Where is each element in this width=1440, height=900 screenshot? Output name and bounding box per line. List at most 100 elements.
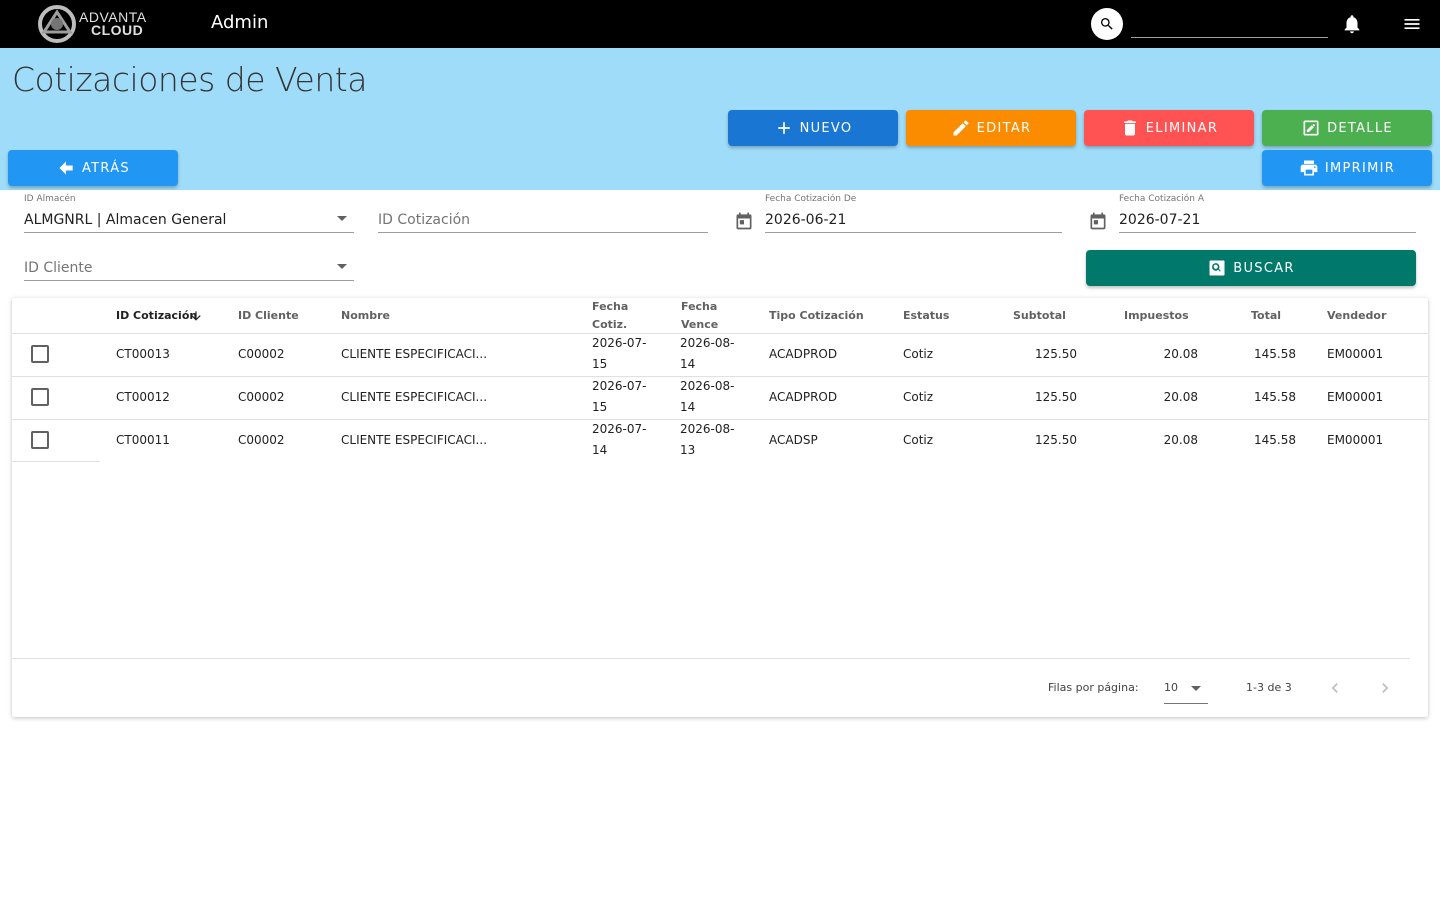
almacen-value: ALMGNRL | Almacen General (24, 212, 227, 228)
cell-vendedor: EM00001 (1327, 347, 1384, 361)
image-search-icon (1209, 260, 1225, 276)
cell-fecha-cotiz-line1: 2026-07- (592, 336, 647, 350)
cell-nombre: CLIENTE ESPECIFICACI... (341, 390, 488, 404)
cell-id: CT00012 (116, 390, 170, 404)
top-app-bar: ADVANTA CLOUD Admin (0, 0, 1440, 48)
edit-button[interactable]: EDITAR (906, 110, 1076, 146)
notifications-bell-icon[interactable] (1341, 12, 1363, 36)
rows-per-page-label: Filas por página: (1048, 681, 1139, 694)
fecha-de-value: 2026-06-21 (765, 212, 847, 228)
chevron-right-icon[interactable] (1375, 678, 1395, 698)
cell-nombre: CLIENTE ESPECIFICACI... (341, 347, 488, 361)
cell-fecha-cotiz-line2: 14 (592, 443, 608, 457)
footer-divider (12, 658, 1410, 659)
rows-per-page-dropdown-icon (1191, 686, 1201, 691)
calendar-icon[interactable] (1088, 211, 1108, 231)
row-checkbox[interactable] (31, 345, 49, 363)
cell-fecha-cotiz-line2: 15 (592, 400, 608, 414)
cell-id: CT00011 (116, 433, 170, 447)
back-button-label: ATRÁS (82, 160, 130, 176)
header-nombre[interactable]: Nombre (341, 307, 390, 325)
cell-vendedor: EM00001 (1327, 390, 1384, 404)
almacen-dropdown-icon (337, 216, 347, 221)
pencil-icon (953, 120, 969, 136)
fecha-de-label: Fecha Cotización De (765, 194, 857, 204)
print-button-label: IMPRIMIR (1324, 160, 1396, 176)
search-button[interactable] (1091, 8, 1123, 40)
cell-cliente: C00002 (238, 347, 285, 361)
search-submit-button[interactable]: BUSCAR (1086, 250, 1416, 286)
row-divider (12, 461, 100, 462)
delete-button[interactable]: ELIMINAR (1084, 110, 1254, 146)
edit-button-label: EDITAR (976, 120, 1032, 136)
cell-estatus: Cotiz (903, 390, 934, 404)
cell-subtotal: 125.50 (1035, 433, 1077, 447)
cell-tipo: ACADSP (769, 433, 818, 447)
delete-button-label: ELIMINAR (1145, 120, 1219, 136)
app-title: Admin (211, 12, 269, 33)
detail-button[interactable]: DETALLE (1262, 110, 1432, 146)
sort-arrow-down-icon[interactable] (189, 309, 203, 323)
header-id-cliente[interactable]: ID Cliente (238, 307, 299, 325)
cliente-placeholder: ID Cliente (24, 260, 93, 276)
header-fecha-cotiz-line2[interactable]: Cotiz. (592, 316, 627, 334)
cell-fecha-vence-line2: 14 (680, 400, 696, 414)
header-fecha-cotiz-line1[interactable]: Fecha (592, 298, 628, 316)
header-total[interactable]: Total (1251, 307, 1281, 325)
almacen-label: ID Almacén (24, 194, 76, 204)
cell-impuestos: 20.08 (1163, 433, 1198, 447)
cotizacion-placeholder: ID Cotización (378, 212, 471, 228)
cell-fecha-vence-line1: 2026-08- (680, 422, 735, 436)
cell-fecha-vence-line1: 2026-08- (680, 336, 735, 350)
cell-fecha-vence-line2: 14 (680, 357, 696, 371)
chevron-left-icon[interactable] (1325, 678, 1345, 698)
cell-tipo: ACADPROD (769, 347, 838, 361)
search-submit-label: BUSCAR (1233, 260, 1295, 276)
rows-per-page-value: 10 (1164, 681, 1178, 694)
header-id-cotizacion[interactable]: ID Cotización (116, 307, 197, 325)
row-checkbox[interactable] (31, 431, 49, 449)
header-fecha-vence-line1[interactable]: Fecha (681, 298, 717, 316)
header-fecha-vence-line2[interactable]: Vence (681, 316, 718, 334)
plus-icon (777, 122, 790, 134)
cell-total: 145.58 (1254, 347, 1296, 361)
header-estatus[interactable]: Estatus (903, 307, 949, 325)
cell-tipo: ACADPROD (769, 390, 838, 404)
fecha-a-label: Fecha Cotización A (1119, 194, 1204, 204)
page-title: Cotizaciones de Venta (12, 60, 367, 99)
header-impuestos[interactable]: Impuestos (1124, 307, 1189, 325)
fecha-a-value: 2026-07-21 (1119, 212, 1201, 228)
header-tipo-cotizacion[interactable]: Tipo Cotización (769, 307, 864, 325)
quotes-table: ID Cotización ID Cliente Nombre Fecha Co… (12, 298, 1428, 717)
search-icon (1101, 18, 1113, 30)
header-subtotal[interactable]: Subtotal (1013, 307, 1066, 325)
hamburger-menu-icon[interactable] (1402, 14, 1422, 34)
trash-icon (1123, 120, 1136, 136)
cell-impuestos: 20.08 (1163, 347, 1198, 361)
row-checkbox[interactable] (31, 388, 49, 406)
header-vendedor[interactable]: Vendedor (1327, 307, 1386, 325)
logo-text-cloud: CLOUD (91, 22, 144, 38)
print-button[interactable]: IMPRIMIR (1262, 150, 1432, 186)
printer-icon (1300, 160, 1318, 176)
cell-fecha-cotiz-line2: 15 (592, 357, 608, 371)
cell-fecha-cotiz-line1: 2026-07- (592, 422, 647, 436)
cell-id: CT00013 (116, 347, 170, 361)
cell-cliente: C00002 (238, 433, 285, 447)
cell-fecha-cotiz-line1: 2026-07- (592, 379, 647, 393)
global-search-input[interactable] (1131, 10, 1328, 38)
cell-subtotal: 125.50 (1035, 390, 1077, 404)
calendar-icon[interactable] (734, 211, 754, 231)
cell-total: 145.58 (1254, 433, 1296, 447)
detail-button-label: DETALLE (1327, 120, 1393, 136)
back-button[interactable]: ATRÁS (8, 150, 178, 186)
new-button[interactable]: NUEVO (728, 110, 898, 146)
cliente-dropdown-icon (337, 264, 347, 269)
cell-fecha-vence-line1: 2026-08- (680, 379, 735, 393)
cell-cliente: C00002 (238, 390, 285, 404)
cell-vendedor: EM00001 (1327, 433, 1384, 447)
cell-subtotal: 125.50 (1035, 347, 1077, 361)
pagination-range: 1-3 de 3 (1246, 681, 1292, 694)
cell-fecha-vence-line2: 13 (680, 443, 696, 457)
new-button-label: NUEVO (799, 120, 853, 136)
